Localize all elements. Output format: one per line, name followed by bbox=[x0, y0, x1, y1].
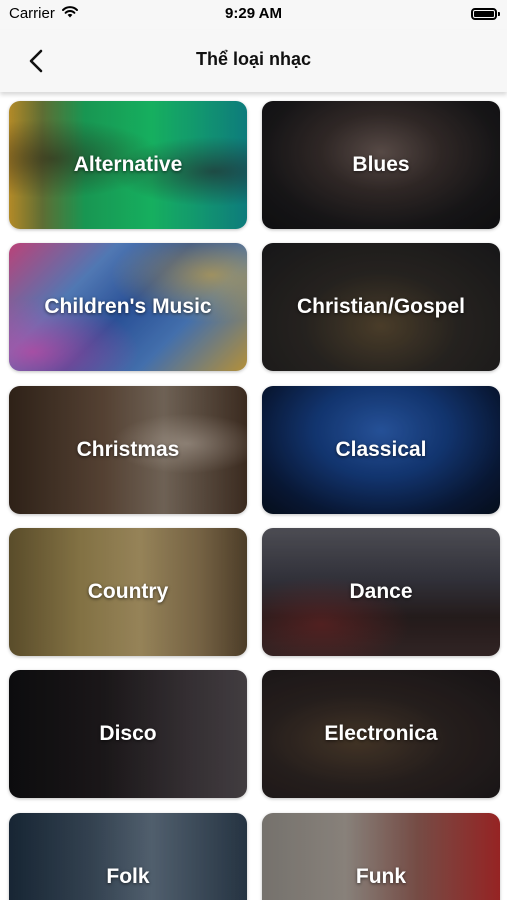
genre-label: Folk bbox=[106, 865, 150, 888]
genre-label: Electronica bbox=[324, 722, 438, 745]
genre-label: Funk bbox=[355, 865, 407, 888]
genre-tile-classical[interactable]: Classical bbox=[262, 386, 500, 514]
genre-label: Dance bbox=[349, 580, 413, 603]
status-time: 9:29 AM bbox=[225, 5, 282, 22]
genre-tile-dance[interactable]: Dance bbox=[262, 528, 500, 656]
genre-tile-alternative[interactable]: Alternative bbox=[9, 101, 247, 229]
navigation-bar: Thể loại nhạc bbox=[0, 30, 507, 92]
genre-tile-blues[interactable]: Blues bbox=[262, 101, 500, 229]
genre-label: Disco bbox=[99, 722, 157, 745]
genre-label: Children's Music bbox=[44, 295, 212, 318]
genre-tile-funk[interactable]: Funk bbox=[262, 813, 500, 900]
genre-label: Alternative bbox=[73, 153, 183, 176]
genre-tile-electronica[interactable]: Electronica bbox=[262, 670, 500, 798]
genre-label: Christian/Gospel bbox=[296, 295, 466, 318]
genre-label: Christmas bbox=[76, 438, 180, 461]
page-title: Thể loại nhạc bbox=[195, 49, 312, 69]
genre-tile-christmas[interactable]: Christmas bbox=[9, 386, 247, 514]
genre-tile-country[interactable]: Country bbox=[9, 528, 247, 656]
battery-icon bbox=[471, 8, 500, 20]
status-bar: Carrier 9:29 AM bbox=[0, 0, 507, 30]
genre-label: Blues bbox=[352, 153, 410, 176]
genre-grid: Alternative Blues Children's Music Chris… bbox=[0, 92, 507, 900]
genre-tile-childrens-music[interactable]: Children's Music bbox=[9, 243, 247, 371]
genre-label: Classical bbox=[335, 438, 427, 461]
genre-tile-christian-gospel[interactable]: Christian/Gospel bbox=[262, 243, 500, 371]
genre-tile-folk[interactable]: Folk bbox=[9, 813, 247, 900]
genre-label: Country bbox=[87, 580, 169, 603]
genre-tile-disco[interactable]: Disco bbox=[9, 670, 247, 798]
